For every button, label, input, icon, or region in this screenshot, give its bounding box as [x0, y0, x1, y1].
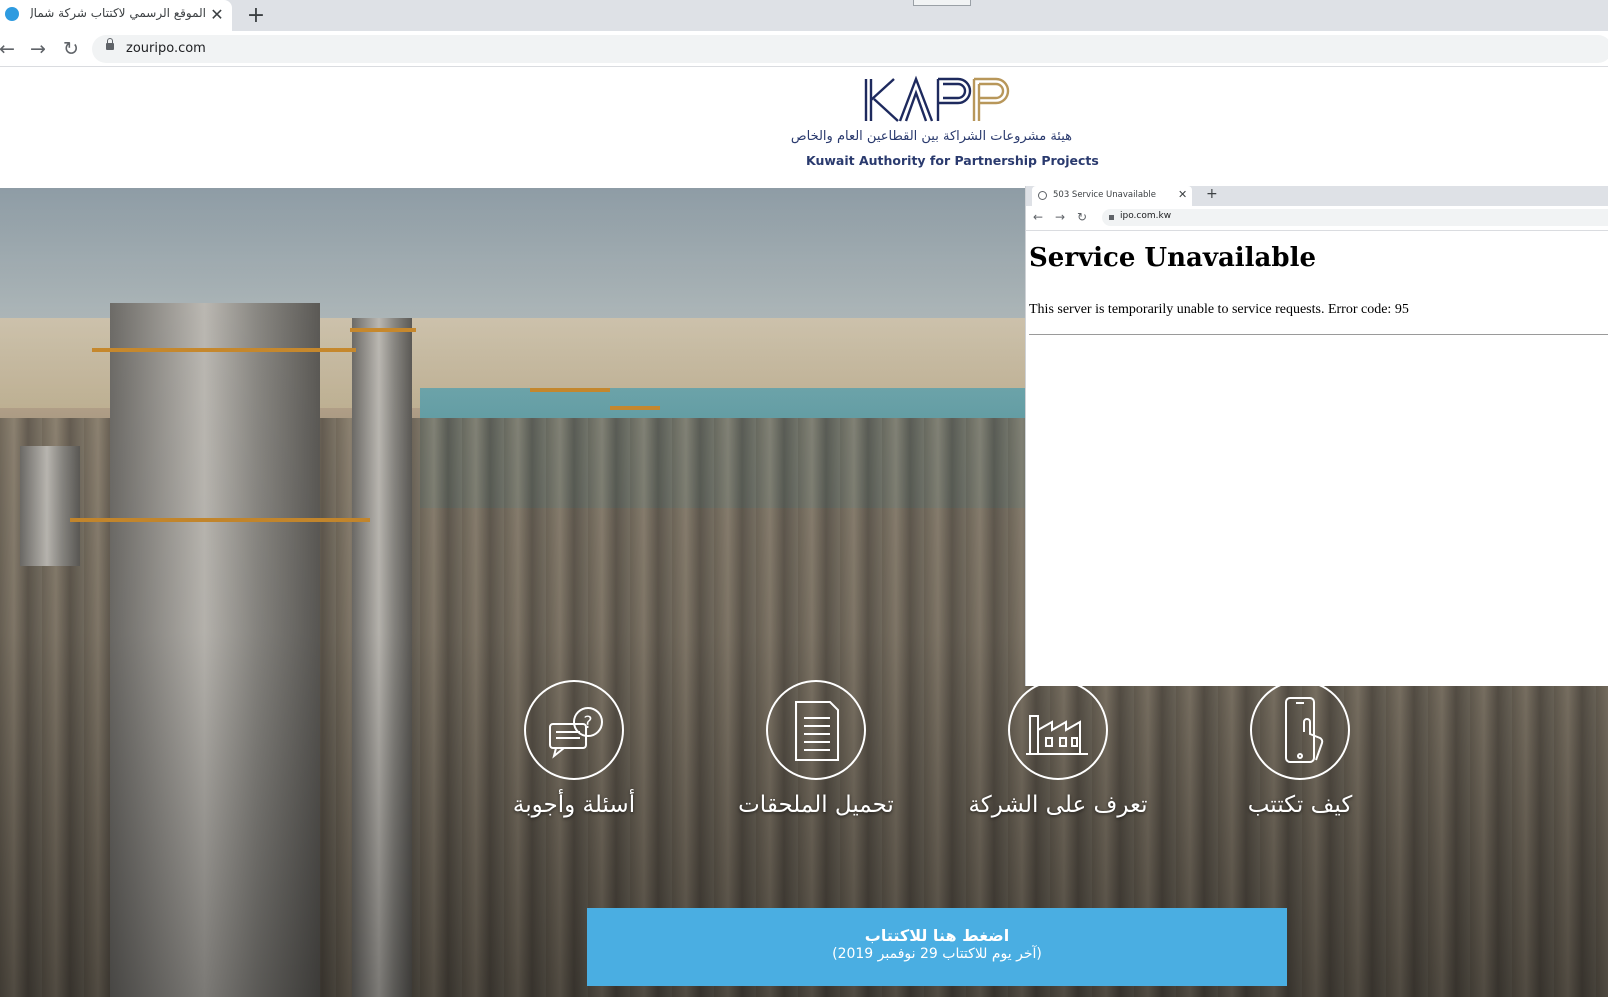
- inset-tab-strip: 503 Service Unavailable ✕ +: [1026, 186, 1608, 206]
- browser-tab[interactable]: الموقع الرسمي لاكتتاب شركة شمال ✕: [0, 0, 232, 31]
- browser-toolbar: ← → ↻ zouripo.com: [0, 31, 1608, 67]
- feature-label: كيف تكتتب: [1247, 792, 1353, 818]
- phone-tap-icon: [1250, 680, 1350, 780]
- svg-text:?: ?: [583, 713, 592, 733]
- feature-label: تحميل الملحقات: [738, 792, 894, 818]
- inset-close-icon: ✕: [1178, 188, 1188, 201]
- window-handle: [913, 0, 971, 6]
- feature-about-company[interactable]: تعرف على الشركة: [968, 680, 1148, 830]
- inset-back-icon: ←: [1032, 210, 1044, 224]
- org-name-arabic: هيئة مشروعات الشراكة بين القطاعين العام …: [790, 129, 1072, 144]
- subscribe-button-title: اضغط هنا للاكتتاب: [864, 926, 1010, 945]
- browser-tab-strip: الموقع الرسمي لاكتتاب شركة شمال ✕ +: [0, 0, 1608, 31]
- lock-icon: [106, 38, 114, 50]
- inset-reload-icon: ↻: [1076, 210, 1088, 224]
- site-favicon-icon: [5, 7, 19, 21]
- url-text: zouripo.com: [126, 41, 206, 56]
- error-page-screenshot: 503 Service Unavailable ✕ + ← → ↻ ipo.co…: [1025, 186, 1608, 686]
- error-divider: [1029, 334, 1608, 335]
- feature-label: تعرف على الشركة: [968, 792, 1148, 818]
- feature-downloads[interactable]: تحميل الملحقات: [726, 680, 906, 830]
- kapp-logo[interactable]: [862, 75, 1018, 125]
- subscribe-button[interactable]: اضغط هنا للاكتتاب (آخر يوم للاكتتاب 29 ن…: [587, 908, 1287, 986]
- forward-icon[interactable]: →: [25, 36, 51, 62]
- back-icon[interactable]: ←: [0, 36, 20, 62]
- inset-lock-icon: [1109, 215, 1114, 220]
- inset-address-bar: ipo.com.kw: [1102, 209, 1608, 226]
- inset-url-text: ipo.com.kw: [1120, 211, 1172, 221]
- globe-icon: [1038, 191, 1047, 200]
- subscribe-deadline: (آخر يوم للاكتتاب 29 نوفمبر 2019): [832, 946, 1042, 962]
- feature-label: أسئلة وأجوبة: [512, 792, 636, 818]
- error-heading: Service Unavailable: [1029, 243, 1317, 273]
- document-icon: [766, 680, 866, 780]
- reload-icon[interactable]: ↻: [58, 36, 84, 62]
- org-name-english: Kuwait Authority for Partnership Project…: [806, 153, 1099, 168]
- tab-title: الموقع الرسمي لاكتتاب شركة شمال: [30, 6, 206, 20]
- inset-toolbar: ← → ↻ ipo.com.kw: [1026, 206, 1608, 231]
- inset-tab: 503 Service Unavailable ✕: [1032, 186, 1192, 206]
- factory-icon: [1008, 680, 1108, 780]
- tab-close-icon[interactable]: ✕: [208, 6, 226, 24]
- inset-tab-title: 503 Service Unavailable: [1053, 190, 1157, 200]
- site-header: هيئة مشروعات الشراكة بين القطاعين العام …: [0, 67, 1608, 188]
- error-message: This server is temporarily unable to ser…: [1029, 302, 1409, 317]
- address-bar[interactable]: zouripo.com: [92, 35, 1608, 63]
- new-tab-button[interactable]: +: [244, 4, 268, 28]
- feature-faq[interactable]: ? أسئلة وأجوبة: [484, 680, 664, 830]
- inset-new-tab-icon: +: [1206, 186, 1218, 202]
- faq-chat-icon: ?: [524, 680, 624, 780]
- feature-how-to-subscribe[interactable]: كيف تكتتب: [1210, 680, 1390, 830]
- inset-forward-icon: →: [1054, 210, 1066, 224]
